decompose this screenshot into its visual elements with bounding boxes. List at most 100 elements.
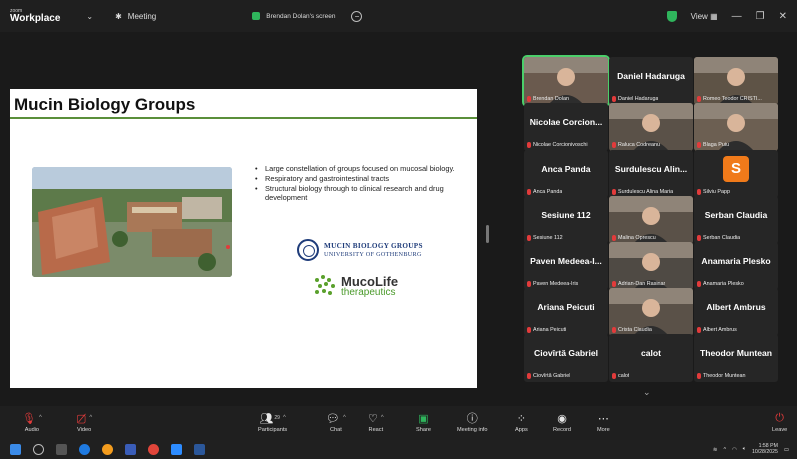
share-label: Share — [416, 427, 431, 433]
slide-bullet: Large constellation of groups focused on… — [255, 164, 465, 173]
muted-mic-icon — [612, 281, 616, 287]
participant-tile[interactable]: Romeo Teodor CRISTI... — [694, 57, 778, 105]
close-button[interactable]: ✕ — [779, 11, 787, 22]
participant-tile[interactable]: calot calot — [609, 334, 693, 382]
participant-gallery: Brendan Dolan Daniel Hadaruga Daniel Hadar… — [489, 32, 797, 406]
muted-mic-icon — [527, 281, 531, 287]
participant-name-label: Raluca Codreanu — [612, 142, 660, 148]
participant-name-label: Anamaria Plesko — [697, 281, 744, 287]
campus-aerial-photo — [32, 167, 232, 277]
participant-name-label: Blaga Puiu — [697, 142, 729, 148]
windows-start-icon[interactable] — [10, 444, 21, 455]
muted-mic-icon — [612, 96, 616, 102]
participant-tile[interactable]: Raluca Codreanu — [609, 103, 693, 151]
logo2-line2: therapeutics — [341, 286, 396, 298]
participant-display-name: Anamaria Plesko — [701, 256, 771, 266]
participant-tile[interactable]: S Silviu Papp — [694, 150, 778, 198]
participant-label-text: Nicolae Corcionivoschi — [533, 142, 588, 148]
edge-browser-icon[interactable] — [79, 444, 90, 455]
leave-button[interactable]: ⏻ Leave — [772, 409, 788, 434]
more-dots-icon: ⋯ — [597, 412, 609, 425]
chat-button[interactable]: 💬︎ ^ Chat — [326, 409, 346, 434]
camera-off-icon: ▢̸ — [76, 412, 87, 425]
participant-tile[interactable]: Brendan Dolan — [522, 55, 610, 107]
taskbar-clock[interactable]: 1:58 PM 10/28/2025 — [752, 443, 778, 455]
minimize-button[interactable]: — — [732, 11, 742, 22]
screen-share-indicator[interactable]: Brendan Dolan's screen − — [252, 10, 363, 22]
meeting-gear-icon: ✱ — [115, 11, 122, 21]
participant-tile[interactable]: Theodor Muntean Theodor Muntean — [694, 334, 778, 382]
record-button[interactable]: ◉ Record — [553, 409, 572, 434]
info-icon: ⓘ — [466, 413, 478, 425]
word-icon[interactable] — [194, 444, 205, 455]
maximize-button[interactable]: ❐ — [756, 11, 765, 22]
participant-tile[interactable]: Daniel Hadaruga Daniel Hadaruga — [609, 57, 693, 105]
participant-tile[interactable]: Surdulescu Alin... Surdulescu Alina Maria — [609, 150, 693, 198]
video-caret-icon[interactable]: ^ — [89, 415, 92, 421]
participant-display-name: Surdulescu Alin... — [614, 164, 688, 174]
muted-mic-icon — [697, 373, 701, 379]
zoom-taskbar-icon[interactable] — [171, 444, 182, 455]
more-button[interactable]: ⋯ More — [597, 409, 610, 434]
participant-tile[interactable]: Malina Oprescu — [609, 196, 693, 244]
meeting-info-button[interactable]: ⓘ Meeting info — [457, 409, 487, 433]
participant-name-label: Brendan Dolan — [527, 96, 569, 102]
meeting-menu[interactable]: ✱ Meeting — [115, 12, 156, 21]
participant-name-label: Ariana Peicuti — [527, 327, 566, 333]
participant-tile[interactable]: Ariana Peicuti Ariana Peicuti — [524, 288, 608, 336]
gallery-next-chevron-down-icon[interactable]: ⌄ — [643, 387, 651, 398]
participant-tile[interactable]: Sesiune 112 Sesiune 112 — [524, 196, 608, 244]
task-view-icon[interactable] — [56, 444, 67, 455]
participant-tile[interactable]: Nicolae Corcion... Nicolae Corcionivoschi — [524, 103, 608, 151]
participant-tile[interactable]: Anca Panda Anca Panda — [524, 150, 608, 198]
share-options-minus-icon[interactable]: − — [351, 10, 363, 22]
security-shield-icon[interactable] — [666, 10, 677, 22]
app-brand: zoom Workplace — [10, 8, 60, 24]
participant-tile[interactable]: Ciovîrtă Gabriel Ciovîrtă Gabriel — [524, 334, 608, 382]
share-button[interactable]: ▣ Share — [416, 409, 431, 434]
audio-caret-icon[interactable]: ^ — [39, 415, 42, 421]
notifications-icon[interactable]: ▭ — [784, 447, 789, 453]
chat-caret-icon[interactable]: ^ — [343, 415, 346, 421]
record-label: Record — [553, 427, 572, 433]
tray-chevron-up-icon[interactable]: ^ — [723, 447, 726, 453]
tray-network-icon[interactable]: ≋ — [713, 447, 718, 453]
participant-tile[interactable]: Crista Claudia — [609, 288, 693, 336]
participants-caret-icon[interactable]: ^ — [283, 415, 286, 421]
muted-mic-icon — [697, 96, 701, 102]
audio-button[interactable]: 🎙︎ ^ Audio — [22, 409, 42, 434]
muted-mic-icon — [697, 189, 701, 195]
react-button[interactable]: ♡ ^ React — [368, 409, 384, 434]
participant-tile[interactable]: Anamaria Plesko Anamaria Plesko — [694, 242, 778, 290]
firefox-icon[interactable] — [102, 444, 113, 455]
video-button[interactable]: ▢̸ ^ Video — [76, 409, 92, 434]
participant-name-label: Theodor Muntean — [697, 373, 746, 379]
participant-tile[interactable]: Adrian-Dan Rasinar — [609, 242, 693, 290]
participant-tile[interactable]: Albert Ambrus Albert Ambrus — [694, 288, 778, 336]
participant-display-name: Nicolae Corcion... — [529, 117, 603, 127]
tray-wifi-icon[interactable]: ◠ — [732, 447, 737, 453]
participant-tile[interactable]: Blaga Puiu — [694, 103, 778, 151]
meeting-info-label: Meeting info — [457, 427, 488, 433]
participant-tile[interactable]: Paven Medeea-I... Paven Medeea-Iris — [524, 242, 608, 290]
tray-volume-icon[interactable]: 🔈︎ — [743, 446, 746, 453]
view-button[interactable]: View ▦ — [691, 12, 718, 21]
app-icon[interactable] — [125, 444, 136, 455]
leave-label: Leave — [772, 427, 788, 433]
participant-label-text: Theodor Muntean — [703, 373, 746, 379]
react-caret-icon[interactable]: ^ — [381, 415, 384, 421]
participant-label-text: Anca Panda — [533, 189, 563, 195]
participant-tile[interactable]: Serban Claudia Serban Claudia — [694, 196, 778, 244]
leave-icon: ⏻ — [775, 411, 784, 424]
participant-name-label: Crista Claudia — [612, 327, 652, 333]
chrome-icon[interactable] — [148, 444, 159, 455]
slide-title-rule — [10, 117, 477, 119]
brand-chevron-down-icon[interactable]: ⌄ — [86, 12, 93, 21]
participant-name-label: Anca Panda — [527, 189, 562, 195]
apps-button[interactable]: ⁘ Apps — [515, 409, 528, 434]
participants-button[interactable]: 👥︎ 29 ^ Participants — [258, 409, 287, 434]
muted-mic-icon — [527, 235, 531, 241]
muted-mic-icon — [527, 327, 531, 333]
search-icon[interactable] — [33, 444, 44, 455]
participants-icon: 👥︎ — [259, 412, 274, 425]
